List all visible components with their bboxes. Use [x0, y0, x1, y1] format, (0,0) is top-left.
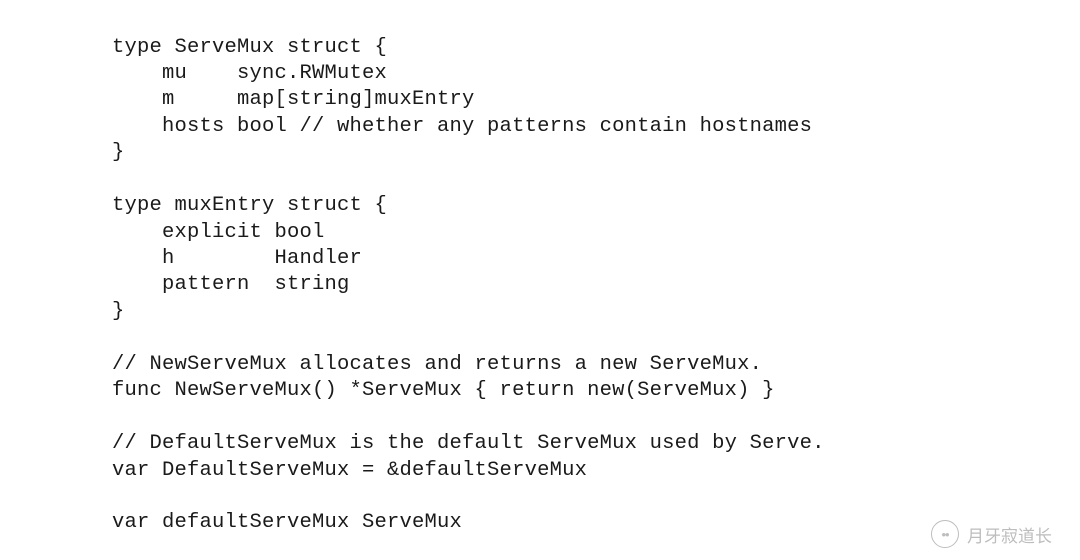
code-block: type ServeMux struct { mu sync.RWMutex m…: [112, 35, 825, 537]
watermark-label: 月牙寂道长: [967, 522, 1052, 547]
wechat-icon: ••: [931, 520, 959, 548]
wechat-watermark: •• 月牙寂道长: [931, 520, 1052, 548]
